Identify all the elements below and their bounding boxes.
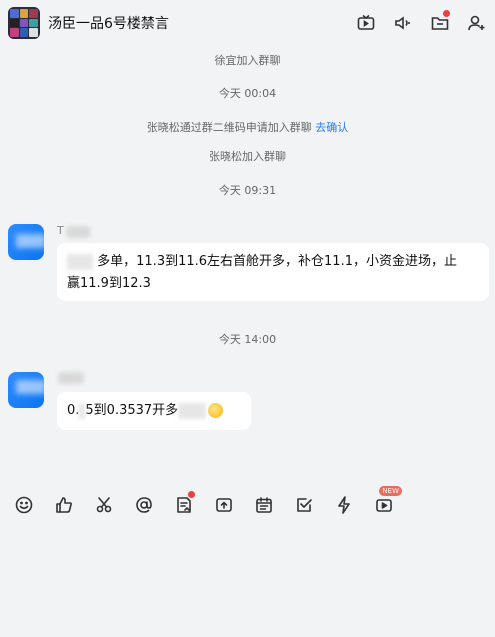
blurred-name (58, 372, 84, 384)
emoji-icon[interactable] (4, 488, 44, 522)
add-user-icon[interactable] (458, 0, 495, 46)
new-badge: NEW (379, 486, 402, 496)
like-icon[interactable] (44, 488, 84, 522)
calendar-icon[interactable] (244, 488, 284, 522)
message-input[interactable] (0, 522, 495, 637)
blurred-text (67, 253, 93, 270)
group-avatar[interactable] (8, 7, 40, 39)
at-icon[interactable] (124, 488, 164, 522)
system-message: 张晓松加入群聊 (209, 150, 286, 163)
blurred-name (66, 226, 90, 238)
speaker-icon[interactable] (384, 0, 421, 46)
chat-header: 汤臣一品6号楼禁言 (0, 0, 495, 46)
video-icon[interactable]: NEW (364, 486, 404, 522)
checkbox-icon[interactable] (284, 488, 324, 522)
sender-name: T (57, 224, 64, 237)
scissors-icon[interactable] (84, 488, 124, 522)
note-icon[interactable] (164, 488, 204, 522)
notification-dot (443, 10, 450, 17)
upload-folder-icon[interactable] (204, 488, 244, 522)
system-message-text: 张晓松通过群二维码申请加入群聊 (146, 121, 312, 134)
folder-icon[interactable] (421, 0, 458, 46)
sender-avatar[interactable] (8, 224, 44, 260)
blurred-text (79, 402, 86, 419)
confirm-link[interactable]: 去确认 (315, 121, 348, 134)
message-bubble[interactable]: 0. 5到0.3537开多 (57, 392, 251, 430)
notification-dot (188, 491, 195, 498)
blurred-text (178, 402, 207, 419)
sender-avatar[interactable] (8, 372, 44, 408)
lightning-icon[interactable] (324, 488, 364, 522)
timestamp: 今天 09:31 (218, 184, 277, 197)
emoji-icon (208, 403, 224, 418)
input-toolbar: NEW (0, 486, 495, 522)
tv-icon[interactable] (347, 0, 384, 46)
timestamp: 今天 14:00 (218, 333, 277, 346)
system-message: 徐宜加入群聊 (214, 54, 281, 67)
chat-title: 汤臣一品6号楼禁言 (48, 16, 169, 32)
message-bubble[interactable]: 多单，11.3到11.6左右首舱开多，补仓11.1，小资金进场，止 赢11.9到… (57, 243, 489, 301)
system-message: 张晓松通过群二维码申请加入群聊 去确认 (0, 119, 495, 135)
timestamp: 今天 00:04 (218, 87, 277, 100)
